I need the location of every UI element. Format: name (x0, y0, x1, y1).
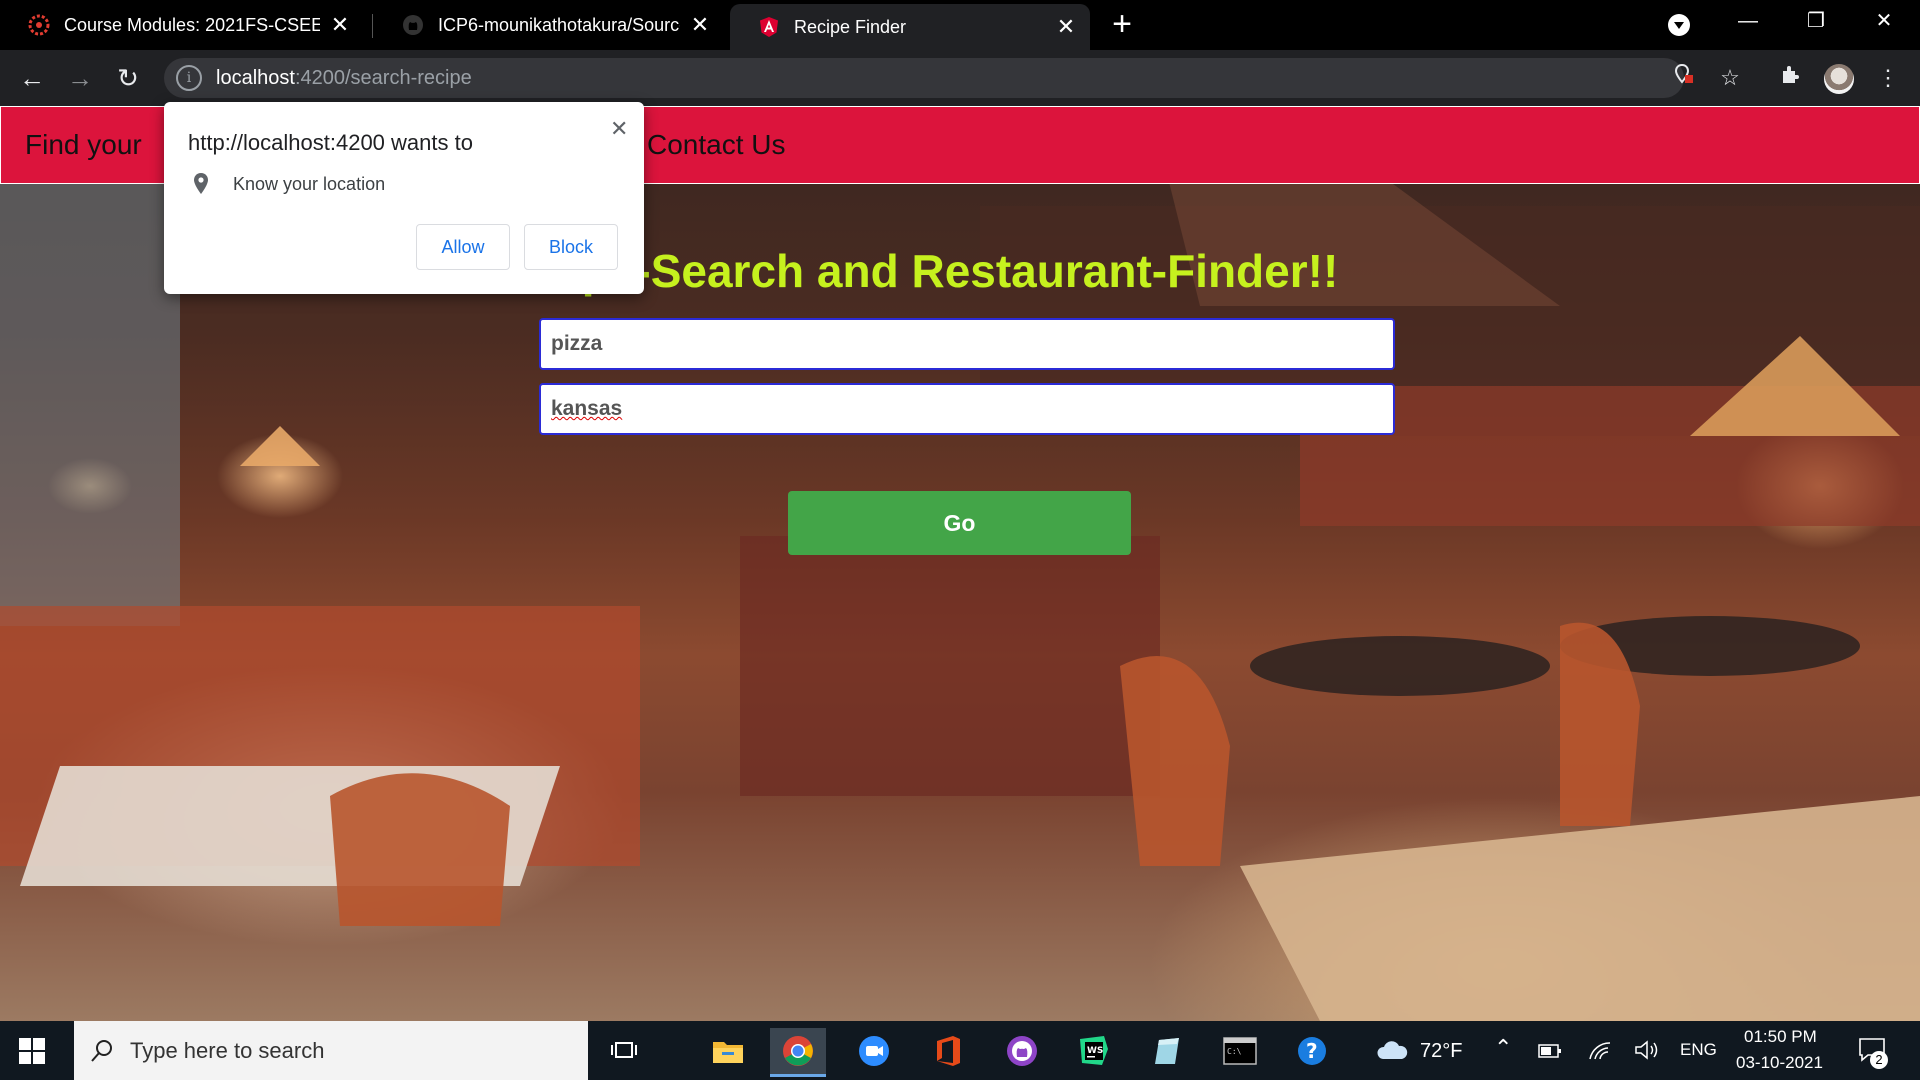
zoom-icon[interactable] (846, 1028, 902, 1074)
browser-toolbar: ← → ↻ i localhost:4200/search-recipe ☆ ⋮ (0, 50, 1920, 106)
menu-kebab-icon[interactable]: ⋮ (1872, 62, 1904, 94)
clock-time[interactable]: 01:50 PM (1744, 1027, 1817, 1047)
reload-button[interactable]: ↻ (110, 60, 146, 96)
recipe-search-input[interactable]: pizza (539, 318, 1395, 370)
weather-temperature[interactable]: 72°F (1420, 1040, 1462, 1063)
allow-button[interactable]: Allow (416, 224, 510, 270)
canvas-icon (28, 14, 50, 36)
location-permission-dialog: http://localhost:4200 wants to ✕ Know yo… (164, 102, 644, 294)
volume-icon[interactable] (1634, 1039, 1660, 1061)
permission-description: Know your location (233, 174, 386, 194)
restore-button[interactable]: ❐ (1784, 0, 1848, 44)
profile-avatar[interactable] (1824, 64, 1854, 94)
nav-link-contact[interactable]: Contact Us (647, 129, 786, 161)
go-button[interactable]: Go (788, 491, 1131, 555)
search-icon (91, 1039, 112, 1062)
close-icon[interactable]: ✕ (328, 12, 352, 38)
location-blocked-icon[interactable] (1668, 62, 1700, 94)
language-indicator[interactable]: ENG (1680, 1040, 1717, 1060)
address-bar[interactable]: i localhost:4200/search-recipe (164, 58, 1684, 98)
svg-text:WS: WS (1087, 1046, 1103, 1056)
notification-count-badge: 2 (1870, 1051, 1888, 1069)
location-input-value: kansas (551, 397, 623, 420)
svg-text:C:\: C:\ (1227, 1047, 1242, 1056)
browser-tabstrip: Course Modules: 2021FS-CSEE-5 ✕ ICP6-mou… (0, 0, 1920, 50)
chevron-up-icon[interactable]: ⌃ (1494, 1035, 1512, 1061)
search-placeholder: Type here to search (130, 1037, 325, 1063)
tab-title: Course Modules: 2021FS-CSEE-5 (64, 14, 320, 35)
task-view-icon[interactable] (596, 1028, 652, 1074)
help-icon[interactable]: ? (1284, 1028, 1340, 1074)
permission-origin-title: http://localhost:4200 wants to (188, 130, 473, 155)
location-pin-icon (194, 173, 208, 194)
minimize-button[interactable]: — (1716, 0, 1780, 44)
tab-title: Recipe Finder (794, 16, 907, 37)
clock-date[interactable]: 03-10-2021 (1736, 1053, 1823, 1073)
angular-icon (758, 16, 780, 38)
close-icon[interactable]: ✕ (610, 116, 628, 142)
tab-recipe-finder[interactable]: Recipe Finder ✕ (730, 4, 1090, 50)
location-input[interactable]: kansas (539, 383, 1395, 435)
tab-search-button[interactable] (1668, 14, 1690, 36)
tab-github[interactable]: ICP6-mounikathotakura/Source/ ✕ (374, 0, 724, 50)
back-button[interactable]: ← (14, 60, 50, 96)
office-icon[interactable] (920, 1028, 976, 1074)
tab-course-modules[interactable]: Course Modules: 2021FS-CSEE-5 ✕ (0, 0, 364, 50)
site-info-icon[interactable]: i (176, 65, 202, 91)
notes-app-icon[interactable] (1140, 1028, 1196, 1074)
svg-text:?: ? (1306, 1039, 1318, 1063)
github-desktop-icon[interactable] (994, 1028, 1050, 1074)
tab-title: ICP6-mounikathotakura/Source/ (438, 14, 680, 35)
wifi-icon[interactable] (1588, 1039, 1612, 1061)
webstorm-icon[interactable]: WS (1066, 1028, 1122, 1074)
cloud-weather-icon[interactable] (1376, 1039, 1408, 1061)
terminal-icon[interactable]: C:\ (1212, 1028, 1268, 1074)
chrome-icon[interactable] (770, 1028, 826, 1077)
block-button[interactable]: Block (524, 224, 618, 270)
file-explorer-icon[interactable] (700, 1028, 756, 1074)
battery-icon[interactable] (1538, 1043, 1562, 1059)
windows-taskbar: Type here to search WS C:\ ? 72°F ⌃ ENG (0, 1021, 1920, 1080)
forward-button[interactable]: → (62, 60, 98, 96)
close-window-button[interactable]: ✕ (1852, 0, 1916, 44)
tab-separator (372, 14, 373, 38)
taskbar-search-box[interactable]: Type here to search (74, 1021, 588, 1080)
url-text: localhost:4200/search-recipe (216, 66, 472, 89)
github-icon (402, 14, 424, 36)
close-icon[interactable]: ✕ (1054, 14, 1078, 40)
close-icon[interactable]: ✕ (688, 12, 712, 38)
new-tab-button[interactable]: + (1104, 6, 1140, 42)
nav-brand-text[interactable]: Find your (25, 129, 142, 161)
bookmark-star-icon[interactable]: ☆ (1714, 62, 1746, 94)
extensions-icon[interactable] (1774, 62, 1806, 94)
windows-start-icon[interactable] (18, 1037, 46, 1065)
